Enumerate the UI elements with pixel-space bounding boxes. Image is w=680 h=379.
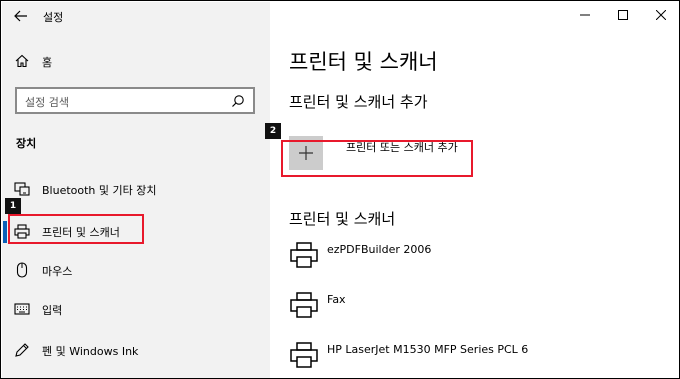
printer-name: ezPDFBuilder 2006 (327, 243, 432, 256)
printer-icon (290, 242, 318, 268)
search-placeholder: 설정 검색 (25, 96, 69, 109)
sidebar: 설정 홈 설정 검색 장치 Bluetooth 및 기타 장치 프린터 및 스캐… (2, 2, 270, 378)
sidebar-item-pen[interactable]: 펜 및 Windows Ink (2, 335, 270, 365)
sidebar-item-label: 홈 (42, 56, 53, 69)
sidebar-item-bluetooth[interactable]: Bluetooth 및 기타 장치 (2, 174, 270, 204)
sidebar-item-label: 펜 및 Windows Ink (42, 345, 139, 358)
sidebar-item-typing[interactable]: 입력 (2, 294, 270, 324)
printer-name: HP LaserJet M1530 MFP Series PCL 6 (327, 343, 529, 356)
keyboard-icon (14, 301, 30, 317)
sidebar-item-home[interactable]: 홈 (2, 46, 270, 76)
close-icon (656, 10, 666, 20)
printer-list-heading: 프린터 및 스캐너 (289, 210, 396, 228)
sidebar-item-label: Bluetooth 및 기타 장치 (42, 184, 157, 197)
search-icon (232, 95, 244, 107)
close-button[interactable] (642, 2, 679, 28)
settings-window: 설정 홈 설정 검색 장치 Bluetooth 및 기타 장치 프린터 및 스캐… (0, 0, 680, 379)
maximize-button[interactable] (604, 2, 642, 28)
printer-item-ezpdf[interactable]: ezPDFBuilder 2006 (289, 238, 669, 274)
sidebar-item-label: 입력 (42, 304, 63, 317)
sidebar-item-label: 마우스 (42, 265, 73, 278)
printer-icon (290, 292, 318, 318)
bluetooth-devices-icon (14, 181, 30, 197)
back-arrow-icon (14, 10, 27, 22)
pen-icon (14, 342, 30, 358)
printer-icon (290, 342, 318, 368)
main-content: 프린터 및 스캐너 프린터 및 스캐너 추가 프린터 또는 스캐너 추가 2 프… (265, 2, 679, 378)
window-controls (566, 2, 679, 30)
highlight-box-2 (281, 140, 473, 177)
app-title: 설정 (43, 11, 64, 24)
search-input[interactable]: 설정 검색 (15, 87, 255, 114)
title-bar: 설정 (2, 2, 270, 30)
highlight-box-1 (8, 214, 144, 244)
printer-name: Fax (327, 293, 346, 306)
home-icon (14, 53, 30, 69)
minimize-icon (580, 14, 590, 16)
section-heading: 장치 (16, 137, 37, 150)
printer-item-fax[interactable]: Fax (289, 288, 669, 324)
minimize-button[interactable] (566, 2, 604, 28)
back-button[interactable] (10, 6, 32, 26)
page-title: 프린터 및 스캐너 (289, 50, 438, 74)
add-section-heading: 프린터 및 스캐너 추가 (289, 93, 428, 111)
step-badge-2: 2 (265, 123, 281, 139)
step-badge-1: 1 (5, 198, 21, 214)
printer-item-hp[interactable]: HP LaserJet M1530 MFP Series PCL 6 (289, 338, 669, 374)
maximize-icon (618, 10, 628, 20)
mouse-icon (14, 262, 30, 278)
sidebar-item-mouse[interactable]: 마우스 (2, 255, 270, 285)
